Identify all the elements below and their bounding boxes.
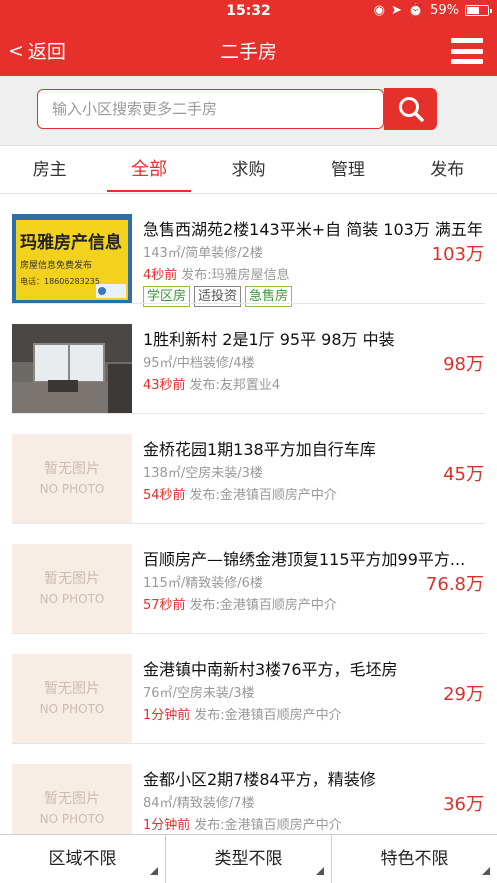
- filter-bar: 区域不限 类型不限 特色不限: [0, 834, 497, 883]
- listing-thumbnail: 暂无图片 NO PHOTO: [12, 434, 132, 524]
- listing-title: 金桥花园1期138平方加自行车库: [143, 440, 376, 459]
- filter-label: 特色不限: [380, 849, 449, 869]
- listing-time: 4秒前: [143, 268, 178, 283]
- no-photo-label-en: NO PHOTO: [39, 592, 105, 606]
- tab-publish[interactable]: 发布: [398, 146, 497, 194]
- hamburger-icon: [451, 38, 483, 43]
- menu-button[interactable]: [451, 38, 483, 64]
- no-photo-label: 暂无图片: [44, 461, 100, 477]
- filter-area[interactable]: 区域不限: [0, 835, 166, 883]
- listing-thumbnail: 暂无图片 NO PHOTO: [12, 654, 132, 744]
- listing-details: 138㎡/空房未装/3楼: [143, 466, 263, 481]
- no-photo-label: 暂无图片: [44, 571, 100, 587]
- search-input[interactable]: [37, 89, 384, 129]
- filter-label: 区域不限: [48, 849, 117, 869]
- listing-publisher: 发布:友邦置业4: [189, 378, 281, 393]
- listing-thumbnail: 暂无图片 NO PHOTO: [12, 544, 132, 634]
- listing-price: 103万: [431, 244, 484, 265]
- listing-publisher: 发布:金港镇百顺房产中介: [194, 708, 342, 723]
- dropdown-corner-icon: [150, 867, 158, 875]
- list-item[interactable]: 玛雅房产信息房屋信息免费发布 电话：18606283235 急售西湖苑2楼143平米…: [0, 194, 497, 307]
- list-item[interactable]: 暂无图片 NO PHOTO 金桥花园1期138平方加自行车库 138㎡/空房未装/3楼…: [0, 414, 497, 524]
- listing-time: 54秒前: [143, 488, 186, 503]
- location-icon: ➤: [391, 3, 402, 18]
- no-photo-label: 暂无图片: [44, 791, 100, 807]
- listing-price: 45万: [443, 464, 484, 485]
- listing-title: 1胜利新村 2是1厅 95平 98万 中装: [143, 330, 395, 349]
- no-photo-label-en: NO PHOTO: [39, 482, 105, 496]
- list-item[interactable]: 暂无图片 NO PHOTO 金港镇中南新村3楼76平方，毛坯房 76㎡/空房未装/3楼…: [0, 634, 497, 744]
- sign-phone: 电话：18606283235: [20, 277, 100, 286]
- filter-label: 类型不限: [214, 849, 283, 869]
- tab-manage[interactable]: 管理: [298, 146, 397, 194]
- tab-owner[interactable]: 房主: [0, 146, 99, 194]
- filter-feature[interactable]: 特色不限: [332, 835, 497, 883]
- status-bar: 15:32 ◉ ➤ ⏰ 59%: [0, 0, 497, 24]
- no-photo-label-en: NO PHOTO: [39, 702, 105, 716]
- listing-meta: 57秒前 发布:金港镇百顺房产中介: [143, 594, 337, 613]
- listing-details: 143㎡/简单装修/2楼: [143, 246, 263, 261]
- listing-title: 金港镇中南新村3楼76平方，毛坯房: [143, 660, 398, 679]
- listing-title: 百顺房产—锦绣金港顶复115平方加99平方...: [143, 550, 466, 569]
- sign-line: 房屋信息免费发布: [20, 261, 93, 271]
- listing-list: 玛雅房产信息房屋信息免费发布 电话：18606283235 急售西湖苑2楼143平米…: [0, 194, 497, 834]
- list-item[interactable]: 暂无图片 NO PHOTO 百顺房产—锦绣金港顶复115平方加99平方... 115㎡…: [0, 524, 497, 634]
- listing-publisher: 发布:金港镇百顺房产中介: [194, 818, 342, 833]
- tab-wanted[interactable]: 求购: [199, 146, 298, 194]
- listing-meta: 43秒前 发布:友邦置业4: [143, 374, 280, 393]
- listing-time: 1分钟前: [143, 708, 191, 723]
- sign-title: 玛雅房产信息: [20, 233, 122, 253]
- no-photo-label-en: NO PHOTO: [39, 812, 105, 826]
- search-icon: [398, 97, 424, 122]
- listing-time: 1分钟前: [143, 818, 191, 833]
- search-bar: [0, 76, 497, 146]
- listing-thumbnail: 暂无图片 NO PHOTO: [12, 764, 132, 834]
- filter-type[interactable]: 类型不限: [166, 835, 332, 883]
- listing-title: 金都小区2期7楼84平方，精装修: [143, 770, 376, 789]
- listing-meta: 1分钟前 发布:金港镇百顺房产中介: [143, 814, 342, 833]
- listing-time: 57秒前: [143, 598, 186, 613]
- listing-price: 36万: [443, 794, 484, 815]
- listing-thumbnail: [12, 324, 132, 414]
- listing-meta: 54秒前 发布:金港镇百顺房产中介: [143, 484, 337, 503]
- listing-price: 29万: [443, 684, 484, 705]
- search-button[interactable]: [384, 88, 437, 130]
- dropdown-corner-icon: [482, 867, 490, 875]
- listing-thumbnail: 玛雅房产信息房屋信息免费发布 电话：18606283235: [12, 214, 132, 304]
- chevron-left-icon: <: [8, 39, 24, 62]
- no-photo-label: 暂无图片: [44, 681, 100, 697]
- listing-meta: 1分钟前 发布:金港镇百顺房产中介: [143, 704, 342, 723]
- listing-meta: 4秒前 发布:玛雅房屋信息: [143, 264, 290, 283]
- battery-icon: [465, 5, 492, 16]
- back-label: 返回: [27, 41, 66, 63]
- listing-time: 43秒前: [143, 378, 186, 393]
- alarm-icon: ⏰: [407, 3, 425, 18]
- listing-publisher: 发布:金港镇百顺房产中介: [189, 488, 337, 503]
- list-item[interactable]: 暂无图片 NO PHOTO 金都小区2期7楼84平方，精装修 84㎡/精致装修/7楼 1…: [0, 744, 497, 834]
- listing-details: 84㎡/精致装修/7楼: [143, 796, 255, 811]
- listing-details: 115㎡/精致装修/6楼: [143, 576, 263, 591]
- dropdown-corner-icon: [316, 867, 324, 875]
- back-button[interactable]: < 返回: [8, 37, 66, 64]
- listing-price: 98万: [443, 354, 484, 375]
- listing-publisher: 发布:玛雅房屋信息: [181, 268, 290, 283]
- listing-details: 95㎡/中档装修/4楼: [143, 356, 255, 371]
- listing-price: 76.8万: [425, 574, 484, 595]
- tab-bar: 房主 全部 求购 管理 发布: [0, 146, 497, 194]
- listing-title: 急售西湖苑2楼143平米+自 简装 103万 满五年: [143, 220, 483, 239]
- nav-bar: < 返回 二手房: [0, 24, 497, 76]
- page-title: 二手房: [219, 41, 277, 63]
- list-item[interactable]: 1胜利新村 2是1厅 95平 98万 中装 95㎡/中档装修/4楼 43秒前 发布:友…: [0, 304, 497, 414]
- listing-publisher: 发布:金港镇百顺房产中介: [189, 598, 337, 613]
- battery-percent: 59%: [430, 3, 459, 18]
- orientation-lock-icon: ◉: [373, 3, 385, 18]
- tab-all[interactable]: 全部: [99, 146, 198, 194]
- listing-details: 76㎡/空房未装/3楼: [143, 686, 255, 701]
